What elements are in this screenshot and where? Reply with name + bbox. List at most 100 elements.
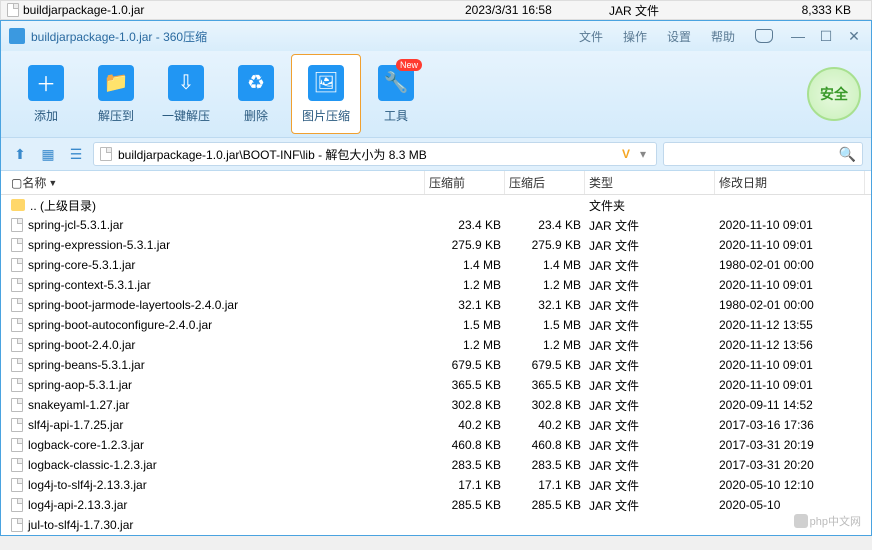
path-input[interactable]: buildjarpackage-1.0.jar\BOOT-INF\lib - 解… bbox=[93, 142, 657, 166]
view-tree-button[interactable]: ▦ bbox=[37, 143, 59, 165]
pathbar: ⬆ ▦ ☰ buildjarpackage-1.0.jar\BOOT-INF\l… bbox=[1, 137, 871, 171]
file-row[interactable]: logback-classic-1.2.3.jar283.5 KB283.5 K… bbox=[1, 455, 871, 475]
filename: .. (上级目录) bbox=[30, 197, 96, 214]
file-date: 2020-11-12 13:56 bbox=[715, 338, 865, 352]
file-row[interactable]: .. (上级目录)文件夹 bbox=[1, 195, 871, 215]
file-type: JAR 文件 bbox=[585, 337, 715, 354]
tools-icon: 🔧New bbox=[378, 65, 414, 101]
file-row[interactable]: snakeyaml-1.27.jar302.8 KB302.8 KBJAR 文件… bbox=[1, 395, 871, 415]
archive-window: buildjarpackage-1.0.jar - 360压缩 文件 操作 设置… bbox=[0, 20, 872, 536]
file-row[interactable]: log4j-api-2.13.3.jar285.5 KB285.5 KBJAR … bbox=[1, 495, 871, 515]
file-icon bbox=[11, 438, 23, 452]
path-dropdown-letter[interactable]: V bbox=[622, 147, 630, 161]
file-icon bbox=[11, 478, 23, 492]
file-type: JAR 文件 bbox=[585, 377, 715, 394]
filename: logback-classic-1.2.3.jar bbox=[28, 458, 157, 472]
col-date[interactable]: 修改日期 bbox=[715, 171, 865, 194]
size-before: 40.2 KB bbox=[425, 418, 505, 432]
size-after: 32.1 KB bbox=[505, 298, 585, 312]
oneclick-icon: ⇩ bbox=[168, 65, 204, 101]
file-row[interactable]: spring-context-5.3.1.jar1.2 MB1.2 MBJAR … bbox=[1, 275, 871, 295]
app-icon bbox=[9, 28, 25, 44]
size-after: 23.4 KB bbox=[505, 218, 585, 232]
file-row[interactable]: spring-jcl-5.3.1.jar23.4 KB23.4 KBJAR 文件… bbox=[1, 215, 871, 235]
file-date: 2020-05-10 12:10 bbox=[715, 478, 865, 492]
file-row[interactable]: slf4j-api-1.7.25.jar40.2 KB40.2 KBJAR 文件… bbox=[1, 415, 871, 435]
file-row[interactable]: spring-expression-5.3.1.jar275.9 KB275.9… bbox=[1, 235, 871, 255]
size-before: 679.5 KB bbox=[425, 358, 505, 372]
extract-button[interactable]: 📁 解压到 bbox=[81, 54, 151, 134]
oneclick-extract-button[interactable]: ⇩ 一键解压 bbox=[151, 54, 221, 134]
size-after: 283.5 KB bbox=[505, 458, 585, 472]
menu-operation[interactable]: 操作 bbox=[623, 28, 647, 45]
path-dropdown-icon[interactable]: ▾ bbox=[640, 147, 646, 161]
file-date: 2020-09-11 14:52 bbox=[715, 398, 865, 412]
filename: log4j-to-slf4j-2.13.3.jar bbox=[28, 478, 147, 492]
file-row[interactable]: log4j-to-slf4j-2.13.3.jar17.1 KB17.1 KBJ… bbox=[1, 475, 871, 495]
file-list[interactable]: .. (上级目录)文件夹spring-jcl-5.3.1.jar23.4 KB2… bbox=[1, 195, 871, 535]
file-type: JAR 文件 bbox=[585, 497, 715, 514]
close-button[interactable]: ✕ bbox=[845, 28, 863, 45]
file-type: JAR 文件 bbox=[585, 217, 715, 234]
size-after: 1.2 MB bbox=[505, 278, 585, 292]
file-icon bbox=[11, 378, 23, 392]
filename: spring-expression-5.3.1.jar bbox=[28, 238, 170, 252]
file-date: 2017-03-31 20:20 bbox=[715, 458, 865, 472]
safe-badge: 安全 bbox=[807, 67, 861, 121]
menu-help[interactable]: 帮助 bbox=[711, 28, 735, 45]
file-date: 2017-03-31 20:19 bbox=[715, 438, 865, 452]
col-type[interactable]: 类型 bbox=[585, 171, 715, 194]
file-date: 2020-11-10 09:01 bbox=[715, 278, 865, 292]
file-icon bbox=[11, 418, 23, 432]
image-compress-button[interactable]: 🖼 图片压缩 bbox=[291, 54, 361, 134]
file-type: JAR 文件 bbox=[585, 357, 715, 374]
up-button[interactable]: ⬆ bbox=[9, 143, 31, 165]
file-row[interactable]: spring-aop-5.3.1.jar365.5 KB365.5 KBJAR … bbox=[1, 375, 871, 395]
size-after: 365.5 KB bbox=[505, 378, 585, 392]
file-row[interactable]: jul-to-slf4j-1.7.30.jar bbox=[1, 515, 871, 535]
add-button[interactable]: ＋ 添加 bbox=[11, 54, 81, 134]
new-badge: New bbox=[396, 59, 422, 71]
size-after: 460.8 KB bbox=[505, 438, 585, 452]
file-row[interactable]: spring-beans-5.3.1.jar679.5 KB679.5 KBJA… bbox=[1, 355, 871, 375]
file-row[interactable]: spring-boot-autoconfigure-2.4.0.jar 1.5 M… bbox=[1, 315, 871, 335]
explorer-type: JAR 文件 bbox=[595, 2, 715, 19]
col-before[interactable]: 压缩前 bbox=[425, 171, 505, 194]
size-before: 17.1 KB bbox=[425, 478, 505, 492]
titlebar: buildjarpackage-1.0.jar - 360压缩 文件 操作 设置… bbox=[1, 21, 871, 51]
col-after[interactable]: 压缩后 bbox=[505, 171, 585, 194]
file-row[interactable]: logback-core-1.2.3.jar460.8 KB460.8 KBJA… bbox=[1, 435, 871, 455]
size-before: 32.1 KB bbox=[425, 298, 505, 312]
file-row[interactable]: spring-boot-2.4.0.jar1.2 MB1.2 MBJAR 文件2… bbox=[1, 335, 871, 355]
file-icon bbox=[11, 238, 23, 252]
menu-settings[interactable]: 设置 bbox=[667, 28, 691, 45]
search-input[interactable]: 🔍 bbox=[663, 142, 863, 166]
size-after: 275.9 KB bbox=[505, 238, 585, 252]
file-type: JAR 文件 bbox=[585, 317, 715, 334]
watermark: php中文网 bbox=[794, 513, 861, 529]
delete-button[interactable]: ♻ 删除 bbox=[221, 54, 291, 134]
file-row[interactable]: spring-boot-jarmode-layertools-2.4.0.jar… bbox=[1, 295, 871, 315]
tools-button[interactable]: 🔧New 工具 bbox=[361, 54, 431, 134]
size-after: 1.5 MB bbox=[505, 318, 585, 332]
size-after: 1.2 MB bbox=[505, 338, 585, 352]
explorer-file-row[interactable]: buildjarpackage-1.0.jar 2023/3/31 16:58 … bbox=[0, 0, 872, 20]
file-type: JAR 文件 bbox=[585, 257, 715, 274]
file-row[interactable]: spring-core-5.3.1.jar1.4 MB1.4 MBJAR 文件1… bbox=[1, 255, 871, 275]
file-date: 2017-03-16 17:36 bbox=[715, 418, 865, 432]
skin-icon[interactable] bbox=[755, 29, 773, 43]
maximize-button[interactable]: ☐ bbox=[817, 28, 835, 45]
sort-indicator-icon: ▼ bbox=[48, 178, 57, 188]
search-icon[interactable]: 🔍 bbox=[839, 146, 856, 163]
file-icon bbox=[7, 3, 19, 17]
filename: jul-to-slf4j-1.7.30.jar bbox=[28, 518, 133, 532]
file-type: JAR 文件 bbox=[585, 417, 715, 434]
file-icon bbox=[11, 278, 23, 292]
minimize-button[interactable]: — bbox=[789, 28, 807, 44]
file-icon bbox=[11, 518, 23, 532]
menu-file[interactable]: 文件 bbox=[579, 28, 603, 45]
col-name[interactable]: ▢ 名称▼ bbox=[7, 171, 425, 194]
filename: spring-boot-autoconfigure-2.4.0.jar bbox=[28, 318, 212, 332]
view-list-button[interactable]: ☰ bbox=[65, 143, 87, 165]
size-before: 285.5 KB bbox=[425, 498, 505, 512]
